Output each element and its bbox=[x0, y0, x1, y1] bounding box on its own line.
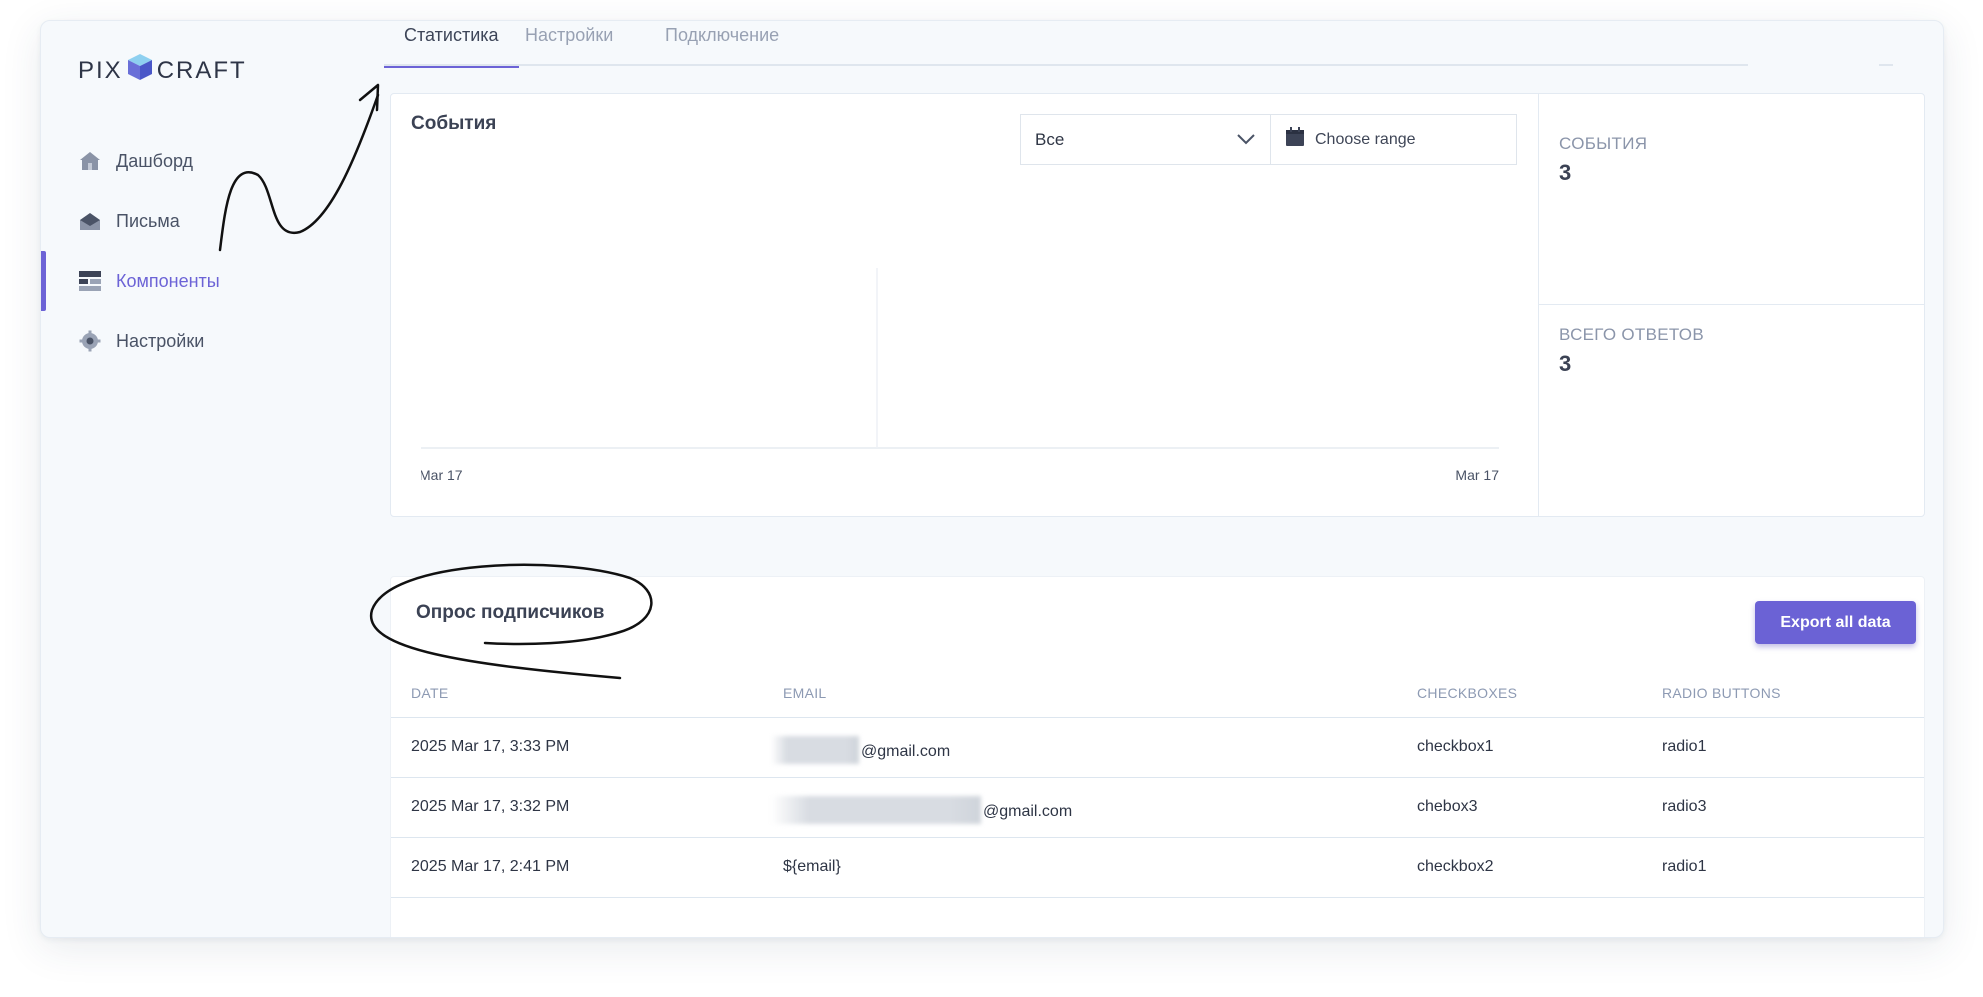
card-divider bbox=[1538, 94, 1539, 516]
mail-icon bbox=[78, 209, 102, 233]
sidebar-item-label: Компоненты bbox=[116, 270, 220, 291]
sidebar-item-components[interactable]: Компоненты bbox=[41, 251, 371, 311]
cell-checkboxes: chebox3 bbox=[1417, 798, 1478, 815]
gear-icon bbox=[78, 329, 102, 353]
email-domain: @gmail.com bbox=[983, 803, 1073, 821]
cell-date: 2025 Mar 17, 3:32 PM bbox=[411, 798, 570, 815]
tab-label: Статистика bbox=[404, 25, 499, 45]
table-row[interactable]: 2025 Mar 17, 3:32 PM @gmail.com chebox3 … bbox=[391, 778, 1924, 838]
column-header-date[interactable]: DATE bbox=[411, 685, 449, 701]
logo-text-right: CRAFT bbox=[156, 56, 247, 84]
sidebar-nav: Дашборд Письма Компоненты Настройки bbox=[41, 131, 371, 371]
stat-label: СОБЫТИЯ bbox=[1559, 134, 1648, 153]
cell-checkboxes: checkbox2 bbox=[1417, 858, 1494, 875]
column-header-email[interactable]: EMAIL bbox=[783, 685, 827, 701]
sidebar-item-settings[interactable]: Настройки bbox=[41, 311, 371, 371]
table-header: DATE EMAIL CHECKBOXES RADIO BUTTONS bbox=[391, 671, 1924, 718]
stat-label: ВСЕГО ОТВЕТОВ bbox=[1559, 325, 1704, 344]
logo-text-left: PIX bbox=[78, 56, 123, 84]
column-header-radio-buttons[interactable]: RADIO BUTTONS bbox=[1662, 685, 1781, 701]
date-range-placeholder: Choose range bbox=[1315, 130, 1416, 148]
cube-logo-icon bbox=[127, 53, 153, 88]
date-range-picker[interactable]: Choose range bbox=[1271, 115, 1516, 164]
chevron-down-icon bbox=[1236, 130, 1256, 150]
sidebar-item-label: Письма bbox=[116, 210, 180, 231]
cell-radio: radio1 bbox=[1662, 858, 1707, 875]
tab-label: Настройки bbox=[525, 25, 614, 45]
cell-email: @gmail.com bbox=[771, 736, 951, 766]
x-tick-label: Mar 17 bbox=[421, 467, 463, 483]
survey-title: Опрос подписчиков bbox=[416, 602, 605, 623]
tab-bar-divider bbox=[1879, 64, 1893, 66]
tab-bar: Статистика Настройки Подключение bbox=[384, 21, 1748, 68]
calendar-icon bbox=[1285, 127, 1305, 152]
table-row[interactable]: 2025 Mar 17, 2:41 PM ${email} checkbox2 … bbox=[391, 838, 1924, 898]
events-card: События Все Choose range Mar 17 Mar 17 СО… bbox=[390, 93, 1925, 517]
email-domain: @gmail.com bbox=[861, 743, 951, 761]
table-row[interactable]: 2025 Mar 17, 3:33 PM @gmail.com checkbox… bbox=[391, 718, 1924, 778]
app-window: PIX CRAFT Дашборд Письма Компоненты Наст… bbox=[40, 20, 1944, 938]
redacted-email-blur bbox=[771, 796, 981, 824]
cell-radio: radio3 bbox=[1662, 798, 1707, 815]
stats-divider bbox=[1539, 304, 1925, 305]
cell-email: ${email} bbox=[783, 858, 841, 875]
logo[interactable]: PIX CRAFT bbox=[78, 53, 247, 88]
stat-value: 3 bbox=[1559, 160, 1572, 185]
sidebar: PIX CRAFT Дашборд Письма Компоненты Наст… bbox=[41, 21, 371, 937]
events-chart: Mar 17 Mar 17 bbox=[421, 268, 1499, 483]
survey-card: Опрос подписчиков Export all data DATE E… bbox=[390, 576, 1925, 937]
redacted-email-blur bbox=[771, 736, 859, 764]
active-tab-underline bbox=[384, 66, 519, 68]
cell-email: @gmail.com bbox=[771, 796, 1073, 826]
event-type-select[interactable]: Все bbox=[1021, 115, 1271, 164]
x-tick-label: Mar 17 bbox=[1455, 467, 1499, 483]
column-header-checkboxes[interactable]: CHECKBOXES bbox=[1417, 685, 1517, 701]
tab-statistics[interactable]: Статистика bbox=[384, 23, 519, 68]
components-icon bbox=[78, 269, 102, 293]
events-filter: Все Choose range bbox=[1020, 114, 1517, 165]
events-title: События bbox=[411, 113, 497, 134]
cell-date: 2025 Mar 17, 2:41 PM bbox=[411, 858, 570, 875]
responses-table: DATE EMAIL CHECKBOXES RADIO BUTTONS 2025… bbox=[391, 671, 1924, 898]
export-all-data-button[interactable]: Export all data bbox=[1755, 601, 1916, 644]
cell-radio: radio1 bbox=[1662, 738, 1707, 755]
cell-date: 2025 Mar 17, 3:33 PM bbox=[411, 738, 570, 755]
stat-events: СОБЫТИЯ 3 bbox=[1559, 134, 1647, 186]
cell-checkboxes: checkbox1 bbox=[1417, 738, 1494, 755]
tab-connection[interactable]: Подключение bbox=[665, 23, 779, 66]
sidebar-item-label: Дашборд bbox=[116, 150, 194, 171]
stat-value: 3 bbox=[1559, 351, 1572, 376]
home-icon bbox=[78, 149, 102, 173]
tab-settings[interactable]: Настройки bbox=[525, 23, 613, 66]
event-type-value: Все bbox=[1035, 129, 1065, 149]
sidebar-item-dashboard[interactable]: Дашборд bbox=[41, 131, 371, 191]
stat-total-answers: ВСЕГО ОТВЕТОВ 3 bbox=[1559, 325, 1704, 377]
sidebar-item-letters[interactable]: Письма bbox=[41, 191, 371, 251]
tab-label: Подключение bbox=[665, 25, 780, 45]
sidebar-item-label: Настройки bbox=[116, 330, 205, 351]
